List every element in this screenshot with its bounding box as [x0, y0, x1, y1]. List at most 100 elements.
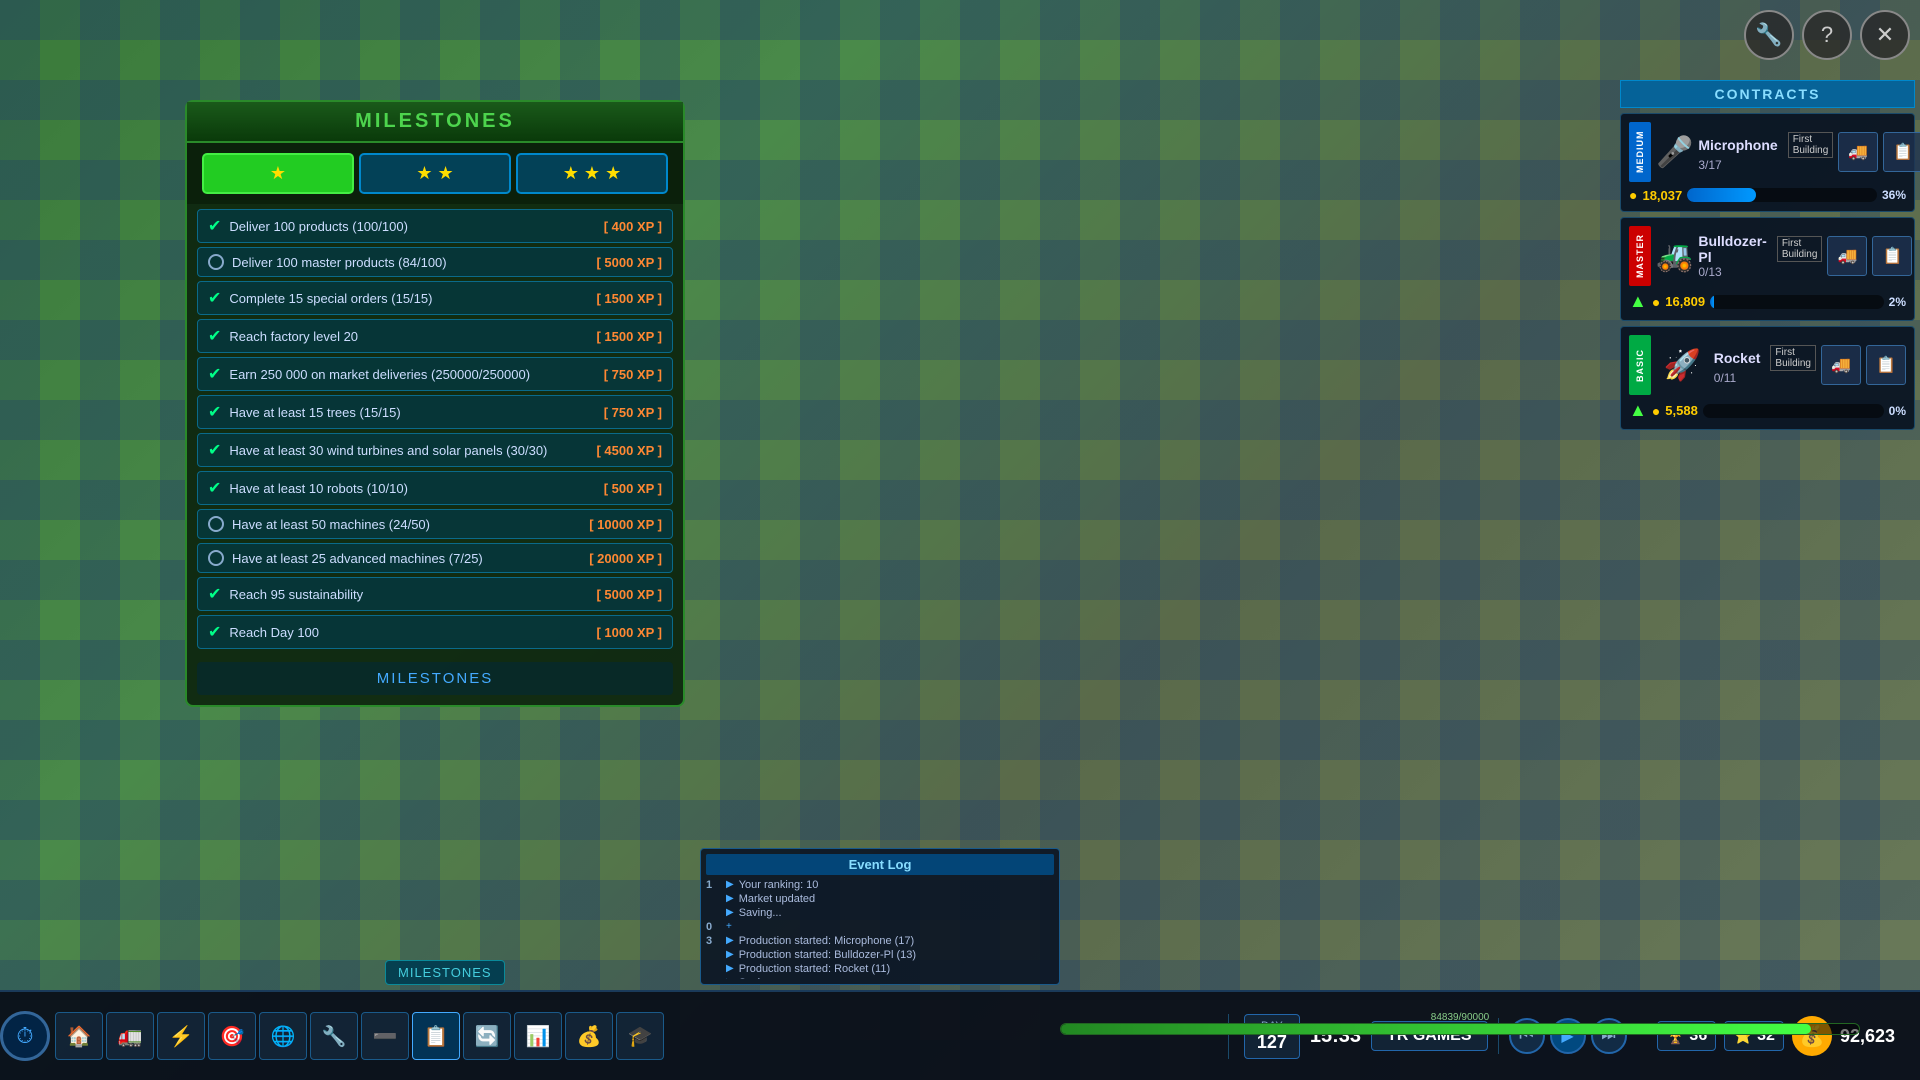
check-icon-7: ✔ [208, 478, 221, 498]
event-icon-5: ▶ [726, 949, 734, 961]
close-button[interactable]: ✕ [1860, 10, 1910, 60]
contract-product-img-1: 🚜 [1656, 226, 1693, 286]
event-icon-1: ▶ [726, 893, 734, 905]
event-text-5: Production started: Bulldozer-Pl (13) [739, 949, 916, 961]
toolbar-btn-finance[interactable]: 💰 [565, 1012, 613, 1060]
upgrade-arrow-2: ▲ [1629, 400, 1647, 421]
check-icon-5: ✔ [208, 402, 221, 422]
event-num-5 [706, 949, 721, 961]
milestone-text-11: Reach Day 100 [229, 625, 588, 640]
event-icon-7: ▶ [726, 977, 734, 979]
contract-truck-btn-2[interactable]: 🚚 [1821, 345, 1861, 385]
toolbar-btn-education[interactable]: 🎓 [616, 1012, 664, 1060]
event-num-6 [706, 963, 721, 975]
milestone-xp-4: [ 750 XP ] [604, 367, 662, 382]
contract-name-1: Bulldozer-Pl [1698, 233, 1766, 265]
milestone-xp-7: [ 500 XP ] [604, 481, 662, 496]
toolbar-btn-settings[interactable]: 🔧 [310, 1012, 358, 1060]
milestone-text-5: Have at least 15 trees (15/15) [229, 405, 595, 420]
milestone-item-1: Deliver 100 master products (84/100) [ 5… [197, 247, 673, 277]
milestone-tab-2[interactable]: ★ ★ [359, 153, 511, 194]
coin-icon-2: ● [1652, 403, 1660, 419]
upgrade-arrow-1: ▲ [1629, 291, 1647, 312]
event-icon-0: ▶ [726, 879, 734, 891]
progress-bar-outer-0 [1687, 188, 1877, 202]
milestone-item-6: ✔ Have at least 30 wind turbines and sol… [197, 433, 673, 467]
coin-icon-1: ● [1652, 294, 1660, 310]
time-circle: ⏱ [0, 1011, 50, 1061]
help-button[interactable]: ? [1802, 10, 1852, 60]
circle-icon-8 [208, 516, 224, 532]
milestones-tabs: ★ ★ ★ ★ ★ ★ [187, 143, 683, 204]
event-entry-2: ▶ Saving... [706, 907, 1054, 919]
milestone-xp-11: [ 1000 XP ] [596, 625, 662, 640]
milestone-xp-2: [ 1500 XP ] [596, 291, 662, 306]
contract-doc-btn-2[interactable]: 📋 [1866, 345, 1906, 385]
tools-button[interactable]: 🔧 [1744, 10, 1794, 60]
milestone-item-10: ✔ Reach 95 sustainability [ 5000 XP ] [197, 577, 673, 611]
contract-price-1: 16,809 [1665, 294, 1705, 309]
contract-header-1: MASTER 🚜 Bulldozer-Pl First Building 0/1… [1629, 226, 1906, 286]
milestone-tab-3[interactable]: ★ ★ ★ [516, 153, 668, 194]
contract-difficulty-2: BASIC [1629, 335, 1651, 395]
contract-main-1: Bulldozer-Pl First Building 0/13 [1698, 233, 1822, 279]
contract-header-2: BASIC 🚀 Rocket First Building 0/11 🚚 📋 [1629, 335, 1906, 395]
toolbar-btn-logistics[interactable]: 🚛 [106, 1012, 154, 1060]
milestone-text-7: Have at least 10 robots (10/10) [229, 481, 595, 496]
progress-bar-inner-1 [1710, 295, 1713, 309]
event-text-2: Saving... [739, 907, 782, 919]
milestone-xp-6: [ 4500 XP ] [596, 443, 662, 458]
event-num-4: 3 [706, 935, 721, 947]
milestone-tab-1[interactable]: ★ [202, 153, 354, 194]
contract-product-img-0: 🎤 [1656, 122, 1693, 182]
check-icon-2: ✔ [208, 288, 221, 308]
contract-name-2: Rocket [1714, 350, 1761, 366]
contract-count-1: 0/13 [1698, 265, 1822, 279]
milestone-text-4: Earn 250 000 on market deliveries (25000… [229, 367, 595, 382]
contract-doc-btn-1[interactable]: 📋 [1872, 236, 1912, 276]
toolbar-btn-refresh[interactable]: 🔄 [463, 1012, 511, 1060]
bottom-milestone-label: MILESTONES [398, 965, 492, 980]
contract-truck-btn-1[interactable]: 🚚 [1827, 236, 1867, 276]
circle-icon-9 [208, 550, 224, 566]
contracts-panel: CONTRACTS MEDIUM 🎤 Microphone First Buil… [1620, 80, 1915, 435]
contract-name-0: Microphone [1698, 137, 1777, 153]
toolbar-btn-stats[interactable]: 📊 [514, 1012, 562, 1060]
contract-doc-btn-0[interactable]: 📋 [1883, 132, 1920, 172]
contract-actions-0: 🚚 📋 [1838, 132, 1920, 172]
event-num-3: 0 [706, 921, 721, 933]
toolbar-btn-separator[interactable]: ➖ [361, 1012, 409, 1060]
milestones-footer: MILESTONES [197, 662, 673, 695]
star-6-icon: ★ [605, 163, 621, 184]
event-entry-5: ▶ Production started: Bulldozer-Pl (13) [706, 949, 1054, 961]
contract-card-1: MASTER 🚜 Bulldozer-Pl First Building 0/1… [1620, 217, 1915, 321]
contract-truck-btn-0[interactable]: 🚚 [1838, 132, 1878, 172]
toolbar-btn-home[interactable]: 🏠 [55, 1012, 103, 1060]
milestone-xp-5: [ 750 XP ] [604, 405, 662, 420]
milestone-xp-8: [ 10000 XP ] [589, 517, 662, 532]
xp-bar-outer [1060, 1023, 1860, 1035]
event-entry-3: 0 + [706, 921, 1054, 933]
check-icon-0: ✔ [208, 216, 221, 236]
milestone-text-1: Deliver 100 master products (84/100) [232, 255, 588, 270]
event-log-title: Event Log [706, 854, 1054, 875]
milestone-text-3: Reach factory level 20 [229, 329, 588, 344]
check-icon-3: ✔ [208, 326, 221, 346]
toolbar-btn-targets[interactable]: 🎯 [208, 1012, 256, 1060]
event-entry-7: ▶ Saving... [706, 977, 1054, 979]
check-icon-4: ✔ [208, 364, 221, 384]
event-text-7: Saving... [739, 977, 782, 979]
contract-main-0: Microphone First Building 3/17 [1698, 132, 1833, 172]
milestone-item-8: Have at least 50 machines (24/50) [ 1000… [197, 509, 673, 539]
milestone-text-8: Have at least 50 machines (24/50) [232, 517, 581, 532]
star-4-icon: ★ [563, 163, 579, 184]
toolbar-btn-map[interactable]: 🌐 [259, 1012, 307, 1060]
circle-icon-1 [208, 254, 224, 270]
toolbar-btn-power[interactable]: ⚡ [157, 1012, 205, 1060]
event-icon-4: ▶ [726, 935, 734, 947]
contracts-list: MEDIUM 🎤 Microphone First Building 3/17 … [1620, 113, 1915, 430]
toolbar-btn-documents[interactable]: 📋 [412, 1012, 460, 1060]
contract-difficulty-1: MASTER [1629, 226, 1651, 286]
bottom-milestone-indicator[interactable]: MILESTONES [385, 960, 505, 985]
contract-actions-1: 🚚 📋 [1827, 236, 1912, 276]
